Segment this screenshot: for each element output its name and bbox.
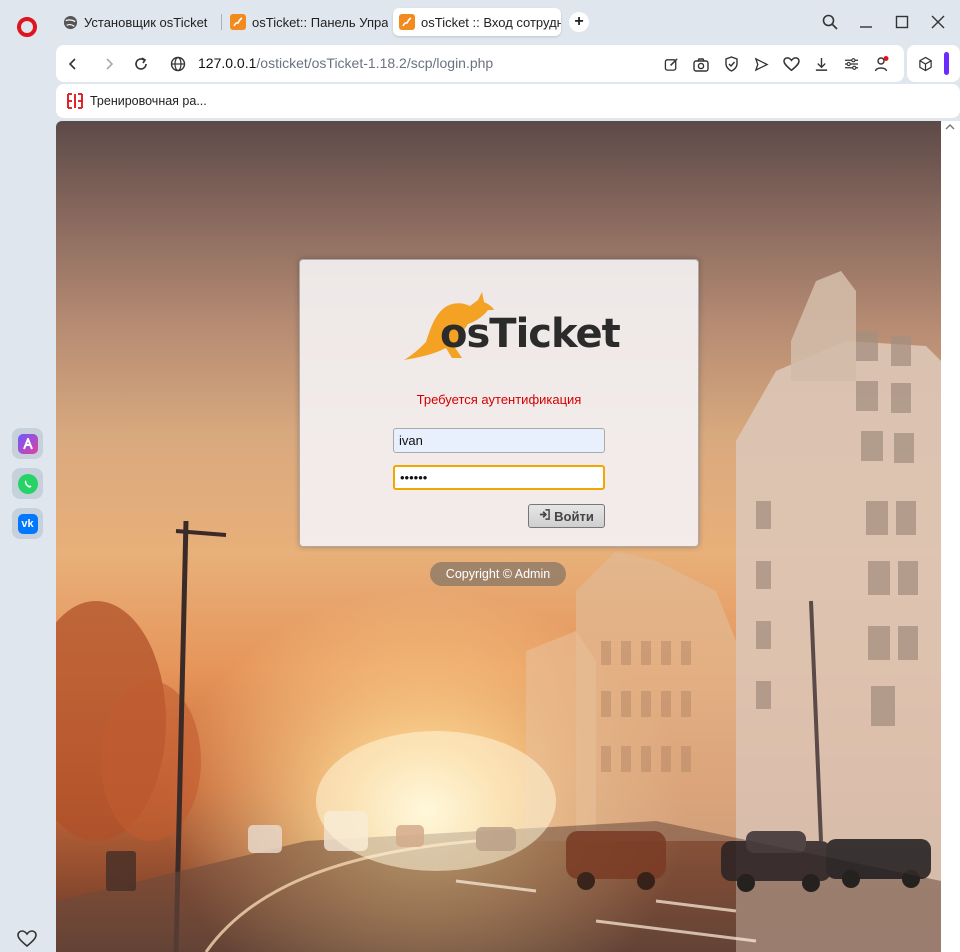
extensions-area [907,45,960,82]
whatsapp-icon [17,473,38,494]
page-scrollbar[interactable] [941,121,960,952]
forward-button[interactable] [99,54,119,74]
tab-title: osTicket :: Вход сотрудни [421,14,561,30]
tab-divider [221,14,222,30]
url-field[interactable]: 127.0.0.1/osticket/osTicket-1.18.2/scp/l… [198,55,493,71]
aria-app-button[interactable] [12,428,43,459]
osticket-logo: osTicket [400,288,621,363]
tab-staff-login[interactable]: osTicket :: Вход сотрудни [393,8,561,36]
tab-control-panel[interactable]: osTicket:: Панель Управле [224,8,388,36]
vk-icon: vk [17,513,38,534]
osticket-favicon-icon [399,14,415,30]
username-field[interactable] [393,428,605,453]
camera-icon[interactable] [691,54,711,74]
bookmark-item[interactable]: Тренировочная ра... [66,92,207,110]
download-icon[interactable] [811,54,831,74]
sign-in-icon [539,509,550,523]
tab-title: Установщик osTicket [84,14,208,30]
maximize-icon[interactable] [892,12,912,32]
vk-app-button[interactable]: vk [12,508,43,539]
bookmarks-bar: Тренировочная ра... [56,84,960,118]
easy-setup-icon[interactable] [841,54,861,74]
sidebar-accent-bar [944,52,949,75]
auth-required-message: Требуется аутентификация [416,392,582,407]
vpn-shield-icon[interactable] [721,54,741,74]
bookmark-label: Тренировочная ра... [90,94,207,108]
tab-installer[interactable]: Установщик osTicket [56,8,216,36]
browser-sidebar: vk [0,0,54,952]
globe-icon [62,14,78,30]
site-info-globe-icon[interactable] [168,54,188,74]
heart-icon[interactable] [17,930,37,951]
back-button[interactable] [63,54,83,74]
search-tabs-icon[interactable] [820,12,840,32]
password-field[interactable] [393,465,605,490]
address-bar: 127.0.0.1/osticket/osTicket-1.18.2/scp/l… [56,45,904,82]
osticket-favicon-icon [230,14,246,30]
edit-page-icon[interactable] [661,54,681,74]
login-button-label: Войти [554,508,594,524]
minimize-icon[interactable] [856,12,876,32]
send-icon[interactable] [751,54,771,74]
scroll-up-icon[interactable] [945,123,955,134]
url-path: /osticket/osTicket-1.18.2/scp/login.php [256,55,494,71]
bookmark-site-icon [66,92,84,110]
whatsapp-app-button[interactable] [12,468,43,499]
new-tab-button[interactable]: + [569,12,589,32]
copyright-badge: Copyright © Admin [430,562,566,586]
logo-text: osTicket [440,311,621,357]
close-window-icon[interactable] [928,12,948,32]
profile-icon[interactable] [871,54,891,74]
login-button[interactable]: Войти [528,504,605,528]
favorites-heart-icon[interactable] [781,54,801,74]
reload-button[interactable] [131,54,151,74]
tab-title: osTicket:: Панель Управле [252,14,388,30]
aria-icon [17,433,38,454]
login-box: osTicket Требуется аутентификация Войти [299,259,699,547]
page-viewport: osTicket Требуется аутентификация Войти … [56,121,941,952]
extensions-cube-icon[interactable] [915,54,935,74]
url-host: 127.0.0.1 [198,55,257,71]
tab-bar: Установщик osTicket osTicket:: Панель Уп… [54,0,960,44]
opera-logo-icon[interactable] [17,17,37,37]
